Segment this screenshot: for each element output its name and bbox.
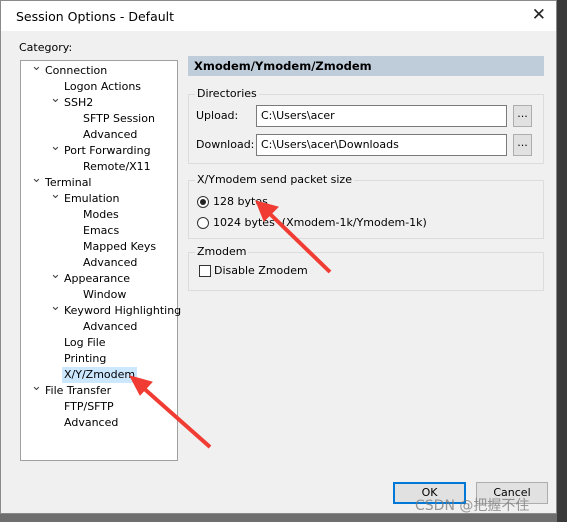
radio-128-label[interactable]: 128 bytes	[213, 195, 268, 208]
tree-item[interactable]: Port Forwarding	[64, 143, 151, 159]
directories-label: Directories	[195, 87, 259, 100]
tree-item[interactable]: FTP/SFTP	[64, 399, 114, 415]
download-input[interactable]: C:\Users\acer\Downloads	[256, 134, 507, 156]
upload-browse-button[interactable]: ...	[513, 105, 532, 127]
tree-item[interactable]: Keyword Highlighting	[64, 303, 181, 319]
close-icon[interactable]: ✕	[532, 5, 546, 25]
tree-item[interactable]: Remote/X11	[83, 159, 151, 175]
chevron-down-icon[interactable]: ⌄	[31, 379, 42, 394]
chevron-down-icon[interactable]: ⌄	[31, 171, 42, 186]
tree-item[interactable]: X/Y/Zmodem	[62, 367, 138, 383]
tree-item[interactable]: Logon Actions	[64, 79, 141, 95]
tree-item[interactable]: Advanced	[83, 319, 137, 335]
chevron-down-icon[interactable]: ⌄	[31, 59, 42, 74]
radio-128-bytes[interactable]	[197, 196, 209, 208]
window-title: Session Options - Default	[16, 9, 175, 24]
category-label: Category:	[19, 41, 73, 54]
tree-item[interactable]: Log File	[64, 335, 106, 351]
zmodem-label: Zmodem	[195, 245, 249, 258]
tree-item[interactable]: Advanced	[83, 255, 137, 271]
upload-input[interactable]: C:\Users\acer	[256, 105, 507, 127]
tree-item[interactable]: Modes	[83, 207, 119, 223]
tree-item[interactable]: Advanced	[83, 127, 137, 143]
chevron-down-icon[interactable]: ⌄	[50, 299, 61, 314]
radio-1024-bytes[interactable]	[197, 217, 209, 229]
tree-item[interactable]: Mapped Keys	[83, 239, 156, 255]
packet-size-group: X/Ymodem send packet size	[188, 173, 544, 239]
chevron-down-icon[interactable]: ⌄	[50, 91, 61, 106]
chevron-down-icon[interactable]: ⌄	[50, 187, 61, 202]
tree-item[interactable]: Printing	[64, 351, 106, 367]
title-bar: Session Options - Default ✕	[1, 1, 556, 31]
upload-label: Upload:	[196, 109, 239, 122]
tree-item[interactable]: SSH2	[64, 95, 93, 111]
tree-item[interactable]: SFTP Session	[83, 111, 155, 127]
tree-item[interactable]: Window	[83, 287, 126, 303]
download-browse-button[interactable]: ...	[513, 134, 532, 156]
tree-item[interactable]: Advanced	[64, 415, 118, 431]
tree-item[interactable]: Emacs	[83, 223, 119, 239]
tree-item[interactable]: Connection	[45, 63, 107, 79]
chevron-down-icon[interactable]: ⌄	[50, 267, 61, 282]
radio-1024-label[interactable]: 1024 bytes (Xmodem-1k/Ymodem-1k)	[213, 216, 427, 229]
watermark: CSDN @把握不住	[415, 498, 530, 514]
chevron-down-icon[interactable]: ⌄	[50, 139, 61, 154]
disable-zmodem-label[interactable]: Disable Zmodem	[214, 264, 308, 277]
download-label: Download:	[196, 138, 255, 151]
tree-item[interactable]: File Transfer	[45, 383, 111, 399]
disable-zmodem-checkbox[interactable]	[199, 265, 211, 277]
tree-item[interactable]: Emulation	[64, 191, 120, 207]
tree-item[interactable]: Appearance	[64, 271, 130, 287]
category-tree[interactable]: ⌄ Connection Logon Actions ⌄ SSH2 SFTP Sessio…	[20, 59, 181, 461]
packet-size-label: X/Ymodem send packet size	[195, 173, 354, 186]
session-options-dialog: Session Options - Default ✕ Category: ⌄ C…	[0, 0, 557, 514]
background-edge	[557, 0, 567, 522]
panel-header: Xmodem/Ymodem/Zmodem	[188, 56, 544, 76]
